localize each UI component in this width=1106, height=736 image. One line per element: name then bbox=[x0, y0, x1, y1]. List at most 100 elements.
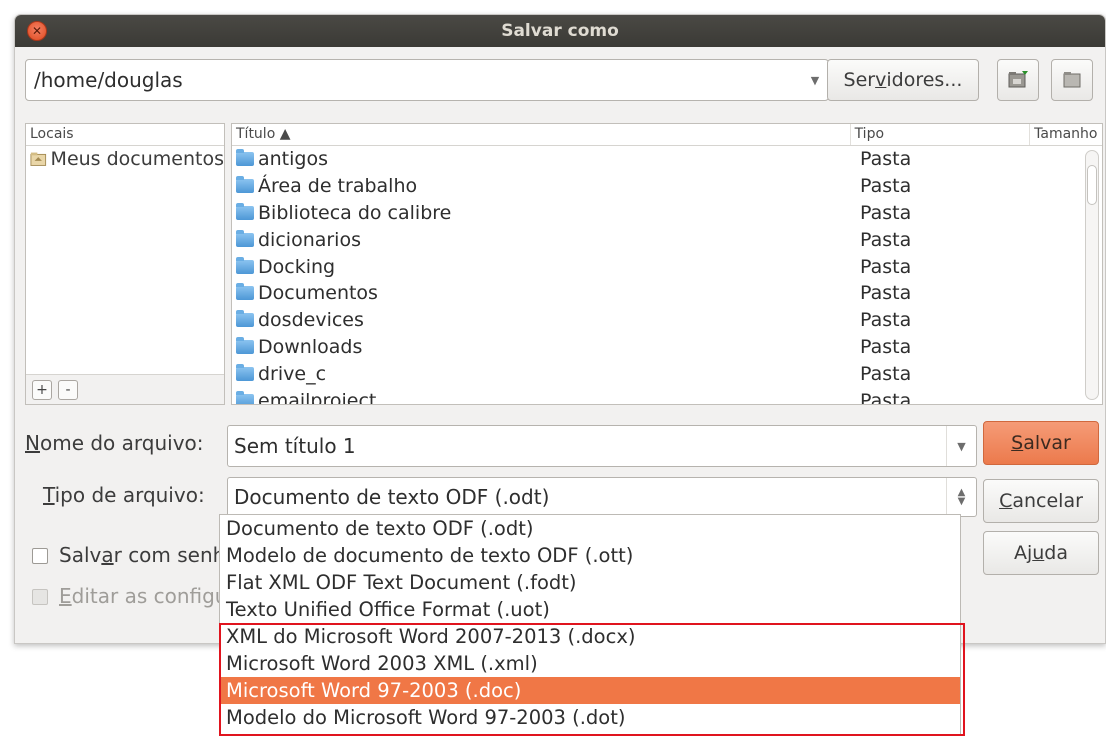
file-name: emailproject bbox=[258, 389, 377, 405]
place-item-meus-documentos[interactable]: Meus documentos bbox=[26, 146, 224, 172]
location-combo[interactable]: /home/douglas ▼ bbox=[25, 59, 829, 101]
filetype-option[interactable]: Modelo de documento de texto ODF (.ott) bbox=[220, 542, 960, 569]
filename-value[interactable]: Sem título 1 bbox=[228, 434, 946, 458]
filetype-option[interactable]: Documento de texto ODF (.odt) bbox=[220, 515, 960, 542]
file-name-cell: Área de trabalho bbox=[232, 175, 852, 197]
new-folder-button[interactable] bbox=[997, 59, 1039, 101]
file-name: Documentos bbox=[258, 282, 378, 305]
add-place-button[interactable]: + bbox=[32, 379, 52, 400]
folder-icon bbox=[236, 176, 254, 194]
file-type-cell: Pasta bbox=[860, 228, 912, 251]
vertical-scrollbar[interactable] bbox=[1085, 150, 1099, 400]
file-type-cell: Pasta bbox=[860, 201, 912, 224]
scrollbar-thumb[interactable] bbox=[1087, 165, 1097, 205]
cancel-button[interactable]: Cancelar bbox=[983, 479, 1099, 523]
file-type-cell: Pasta bbox=[860, 309, 912, 332]
file-row[interactable]: Documentos Pasta bbox=[232, 280, 1102, 307]
file-name-cell: Downloads bbox=[232, 336, 852, 358]
file-row[interactable]: Docking Pasta bbox=[232, 253, 1102, 280]
file-type-cell: Pasta bbox=[860, 282, 912, 305]
column-size[interactable]: Tamanho bbox=[1030, 124, 1102, 145]
file-row[interactable]: dosdevices Pasta bbox=[232, 307, 1102, 334]
edit-filter-checkbox[interactable] bbox=[32, 589, 48, 605]
file-row[interactable]: drive_c Pasta bbox=[232, 360, 1102, 387]
file-list: Título ▲ Tipo Tamanho antigos Pasta Área d… bbox=[231, 123, 1103, 405]
file-row[interactable]: antigos Pasta bbox=[232, 146, 1102, 173]
file-name-cell: dosdevices bbox=[232, 309, 852, 331]
file-row[interactable]: dicionarios Pasta bbox=[232, 226, 1102, 253]
file-type-cell: Pasta bbox=[860, 362, 912, 385]
filetype-dropdown-list: Documento de texto ODF (.odt) Modelo de d… bbox=[219, 514, 961, 736]
filetype-option[interactable]: Microsoft Word 2003 XML (.xml) bbox=[220, 650, 960, 677]
filetype-option[interactable]: Modelo do Microsoft Word 97-2003 (.dot) bbox=[220, 704, 960, 731]
file-row[interactable]: Downloads Pasta bbox=[232, 334, 1102, 361]
password-checkbox[interactable] bbox=[32, 548, 48, 564]
updown-icon[interactable]: ▲ ▼ bbox=[946, 478, 976, 516]
file-name: drive_c bbox=[258, 362, 327, 385]
password-checkbox-label[interactable]: Salvar com senha bbox=[59, 543, 238, 567]
folder-icon bbox=[236, 283, 254, 301]
file-type-cell: Pasta bbox=[860, 175, 912, 198]
folder-icon bbox=[236, 256, 254, 274]
close-icon[interactable]: ✕ bbox=[27, 21, 47, 41]
file-name: dicionarios bbox=[258, 228, 361, 251]
file-name-cell: drive_c bbox=[232, 363, 852, 385]
file-row[interactable]: Biblioteca do calibre Pasta bbox=[232, 200, 1102, 227]
window-title: Salvar como bbox=[501, 21, 619, 41]
location-path: /home/douglas bbox=[34, 68, 183, 92]
file-name-cell: Documentos bbox=[232, 282, 852, 304]
file-name: dosdevices bbox=[258, 309, 364, 332]
filetype-value: Documento de texto ODF (.odt) bbox=[234, 485, 550, 509]
places-toolbar: + - bbox=[26, 374, 224, 404]
folder-icon bbox=[236, 310, 254, 328]
file-row[interactable]: emailproject Pasta bbox=[232, 387, 1102, 405]
folder-home-icon bbox=[30, 152, 47, 166]
file-name: Downloads bbox=[258, 335, 363, 358]
folder-icon bbox=[236, 336, 254, 354]
filetype-option[interactable]: Microsoft Word 97-2003 (.doc) bbox=[220, 677, 960, 704]
file-type-cell: Pasta bbox=[860, 255, 912, 278]
new-folder-icon bbox=[1008, 71, 1028, 88]
places-panel: Locais Meus documentos + - bbox=[25, 123, 225, 405]
file-type-cell: Pasta bbox=[860, 335, 912, 358]
filetype-label: Tipo de arquivo: bbox=[43, 483, 205, 507]
folder-icon bbox=[236, 390, 254, 404]
help-button[interactable]: Ajuda bbox=[983, 531, 1099, 575]
filetype-select[interactable]: Documento de texto ODF (.odt) ▲ ▼ bbox=[227, 477, 977, 517]
filename-field[interactable]: Sem título 1 ▼ bbox=[227, 425, 977, 467]
file-name: Área de trabalho bbox=[258, 175, 418, 198]
folder-button[interactable] bbox=[1051, 59, 1093, 101]
filename-label: Nome do arquivo: bbox=[25, 431, 204, 455]
file-name: antigos bbox=[258, 148, 328, 171]
file-name: Docking bbox=[258, 255, 336, 278]
title-bar: ✕ Salvar como bbox=[15, 15, 1105, 47]
column-title[interactable]: Título ▲ bbox=[232, 124, 851, 145]
file-name-cell: antigos bbox=[232, 148, 852, 170]
help-label: Ajuda bbox=[1013, 542, 1069, 564]
save-button[interactable]: Salvar bbox=[983, 421, 1099, 465]
folder-icon bbox=[236, 149, 254, 167]
chevron-down-icon[interactable]: ▼ bbox=[802, 74, 828, 87]
places-header: Locais bbox=[26, 124, 224, 146]
file-type-cell: Pasta bbox=[860, 148, 912, 171]
column-type[interactable]: Tipo bbox=[851, 124, 1031, 145]
file-rows: antigos Pasta Área de trabalho Pasta Bibliot… bbox=[232, 146, 1102, 405]
folder-icon bbox=[236, 363, 254, 381]
save-label: Salvar bbox=[1011, 432, 1071, 454]
folder-icon bbox=[1063, 72, 1081, 88]
chevron-down-icon[interactable]: ▼ bbox=[946, 426, 976, 466]
filetype-option[interactable]: XML do Microsoft Word 2007-2013 (.docx) bbox=[220, 623, 960, 650]
file-name-cell: Biblioteca do calibre bbox=[232, 202, 852, 224]
cancel-label: Cancelar bbox=[999, 490, 1083, 512]
folder-icon bbox=[236, 229, 254, 247]
file-row[interactable]: Área de trabalho Pasta bbox=[232, 173, 1102, 200]
filetype-option[interactable]: Texto Unified Office Format (.uot) bbox=[220, 596, 960, 623]
place-label: Meus documentos bbox=[50, 148, 224, 170]
file-list-header: Título ▲ Tipo Tamanho bbox=[232, 124, 1102, 146]
servers-button[interactable]: Servidores... bbox=[827, 59, 979, 101]
remove-place-button[interactable]: - bbox=[58, 379, 78, 400]
file-name: Biblioteca do calibre bbox=[258, 201, 452, 224]
servers-label: Servidores... bbox=[843, 69, 963, 91]
filetype-option[interactable]: Flat XML ODF Text Document (.fodt) bbox=[220, 569, 960, 596]
file-name-cell: Docking bbox=[232, 256, 852, 278]
